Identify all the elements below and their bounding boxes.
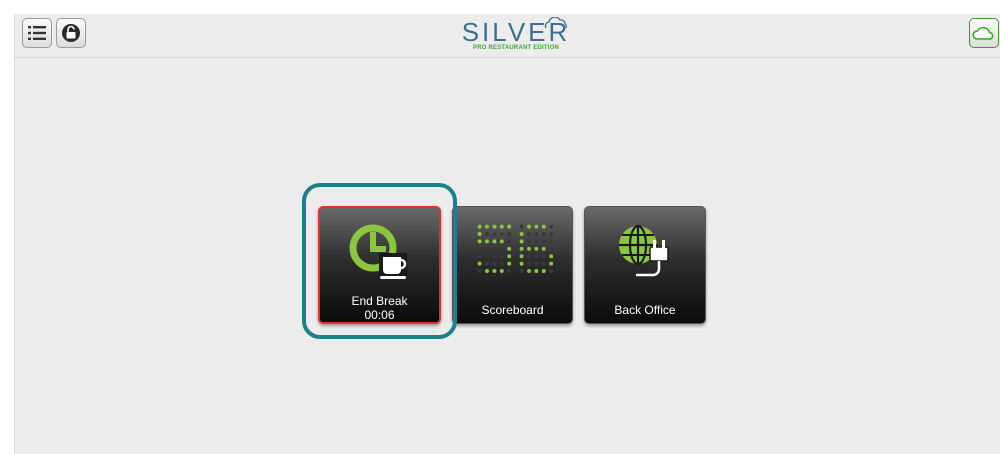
scoreboard-dot: [548, 269, 553, 273]
scoreboard-dot: [526, 261, 531, 266]
scoreboard-dot: [548, 224, 553, 229]
scoreboard-dot: [533, 269, 538, 273]
end-break-tile[interactable]: End Break 00:06: [318, 206, 441, 324]
scoreboard-dot: [506, 269, 511, 273]
scoreboard-dot: [526, 232, 531, 236]
list-menu-icon: [28, 26, 46, 40]
scoreboard-dot: [533, 254, 538, 259]
scoreboard-dot: [499, 232, 504, 236]
top-toolbar: SILVER PRO RESTAURANT EDITION: [15, 14, 1000, 58]
scoreboard-dot: [477, 246, 482, 251]
scoreboard-dot: [541, 246, 546, 251]
logo-cloud-icon: [544, 17, 568, 29]
scoreboard-dot: [526, 269, 531, 273]
lock-button[interactable]: [56, 18, 86, 48]
menu-button[interactable]: [22, 18, 52, 48]
scoreboard-dot: [548, 232, 553, 236]
scoreboard-dot: [491, 261, 496, 266]
unlock-icon: [62, 24, 80, 42]
scoreboard-dot: [541, 239, 546, 244]
scoreboard-dot: [499, 224, 504, 229]
scoreboard-dot: [491, 269, 496, 273]
scoreboard-digits-icon: [477, 224, 553, 273]
scoreboard-dot: [533, 239, 538, 244]
globe-plug-icon: [619, 224, 669, 277]
scoreboard-dot: [484, 239, 489, 244]
scoreboard-dot: [491, 254, 496, 259]
scoreboard-dot: [484, 224, 489, 229]
scoreboard-dot: [477, 254, 482, 259]
scoreboard-dot: [477, 261, 482, 266]
scoreboard-dot: [519, 232, 524, 236]
clock-coffee-icon: [349, 224, 407, 279]
scoreboard-dot: [506, 239, 511, 244]
scoreboard-dot: [499, 254, 504, 259]
scoreboard-dot: [491, 232, 496, 236]
scoreboard-dot: [541, 254, 546, 259]
scoreboard-dot: [526, 239, 531, 244]
silver-logo: SILVER PRO RESTAURANT EDITION: [451, 17, 581, 55]
scoreboard-dot: [541, 232, 546, 236]
scoreboard-dot: [548, 246, 553, 251]
back-office-label: Back Office: [614, 303, 676, 317]
scoreboard-dot: [477, 232, 482, 236]
cloud-sync-button[interactable]: [969, 18, 999, 48]
scoreboard-label: Scoreboard: [481, 303, 544, 317]
scoreboard-dot: [519, 224, 524, 229]
scoreboard-dot: [491, 239, 496, 244]
scoreboard-dot: [499, 246, 504, 251]
scoreboard-tile[interactable]: Scoreboard: [452, 206, 573, 324]
scoreboard-dot: [506, 246, 511, 251]
end-break-label: End Break: [351, 294, 408, 308]
scoreboard-dot: [541, 269, 546, 273]
scoreboard-dot: [499, 269, 504, 273]
scoreboard-dot: [519, 261, 524, 266]
scoreboard-dot: [526, 224, 531, 229]
scoreboard-dot: [533, 232, 538, 236]
scoreboard-dot: [506, 232, 511, 236]
scoreboard-dot: [533, 224, 538, 229]
scoreboard-dot: [506, 261, 511, 266]
scoreboard-dot: [541, 224, 546, 229]
cloud-icon: [972, 26, 994, 40]
scoreboard-dot: [477, 239, 482, 244]
scoreboard-dot: [491, 224, 496, 229]
back-office-tile[interactable]: Back Office: [584, 206, 706, 324]
scoreboard-dot: [499, 239, 504, 244]
scoreboard-dot: [519, 239, 524, 244]
scoreboard-dot: [519, 246, 524, 251]
scoreboard-dot: [526, 254, 531, 259]
scoreboard-dot: [506, 224, 511, 229]
scoreboard-dot: [484, 269, 489, 273]
scoreboard-dot: [477, 224, 482, 229]
scoreboard-dot: [548, 254, 553, 259]
scoreboard-dot: [499, 261, 504, 266]
scoreboard-dot: [533, 261, 538, 266]
scoreboard-dot: [484, 261, 489, 266]
scoreboard-dot: [484, 246, 489, 251]
scoreboard-dot: [484, 232, 489, 236]
scoreboard-dot: [533, 246, 538, 251]
scoreboard-dot: [477, 269, 482, 273]
scoreboard-dot: [548, 239, 553, 244]
scoreboard-dot: [491, 246, 496, 251]
end-break-timer: 00:06: [364, 308, 395, 322]
scoreboard-dot: [548, 261, 553, 266]
scoreboard-dot: [519, 254, 524, 259]
scoreboard-dot: [526, 246, 531, 251]
scoreboard-dot: [506, 254, 511, 259]
scoreboard-dot: [484, 254, 489, 259]
scoreboard-dot: [541, 261, 546, 266]
scoreboard-dot: [519, 269, 524, 273]
